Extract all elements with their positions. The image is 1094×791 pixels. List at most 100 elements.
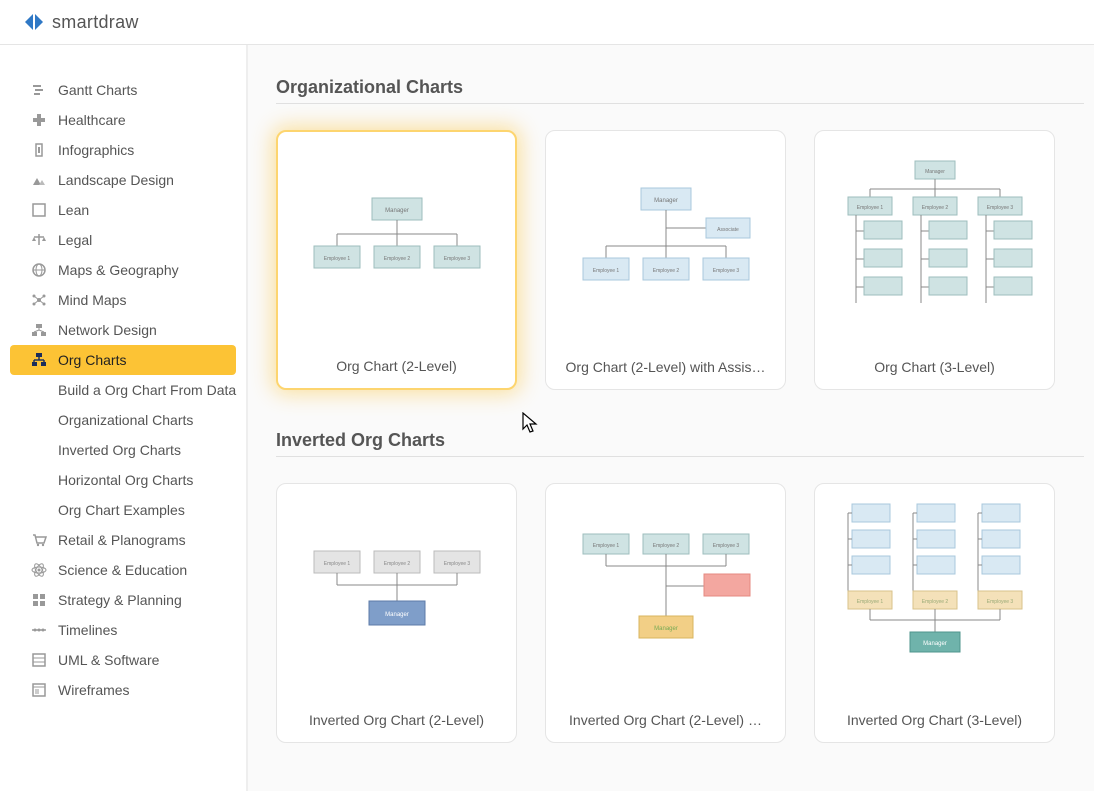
- svg-text:Employee 3: Employee 3: [443, 561, 470, 567]
- section-divider: [276, 456, 1084, 457]
- sidebar-item-label: Network Design: [58, 322, 157, 338]
- svg-text:Employee 2: Employee 2: [652, 543, 679, 549]
- sidebar-item-label: Landscape Design: [58, 172, 174, 188]
- svg-text:Employee 1: Employee 1: [856, 599, 883, 605]
- svg-text:Employee 1: Employee 1: [323, 561, 350, 567]
- plus-icon: [30, 111, 48, 129]
- svg-text:Employee 3: Employee 3: [986, 599, 1013, 605]
- wireframe-icon: [30, 681, 48, 699]
- template-thumbnail: Manager Employee 1 Employee 2 Employee 3: [278, 132, 515, 344]
- sidebar-item-science-education[interactable]: Science & Education: [10, 555, 236, 585]
- lean-icon: [30, 201, 48, 219]
- sidebar-item-wireframes[interactable]: Wireframes: [10, 675, 236, 705]
- svg-text:Employee 1: Employee 1: [592, 543, 619, 549]
- mindmap-icon: [30, 291, 48, 309]
- cards-row-organizational: Manager Employee 1 Employee 2 Employee 3: [276, 130, 1094, 390]
- template-card-inverted-2-level[interactable]: Employee 1 Employee 2 Employee 3 Manager: [276, 483, 517, 743]
- sidebar-item-label: Science & Education: [58, 562, 187, 578]
- template-thumbnail: Manager Employee 1 Employee 2 Employee 3: [815, 131, 1054, 345]
- gantt-icon: [30, 81, 48, 99]
- sidebar-item-timelines[interactable]: Timelines: [10, 615, 236, 645]
- sidebar-item-label: Lean: [58, 202, 89, 218]
- sidebar-item-retail-planograms[interactable]: Retail & Planograms: [10, 525, 236, 555]
- sidebar-item-label: Legal: [58, 232, 92, 248]
- svg-text:Manager: Manager: [654, 626, 678, 632]
- org-chart-icon: [30, 351, 48, 369]
- sidebar-item-lean[interactable]: Lean: [10, 195, 236, 225]
- template-card-org-chart-3-level[interactable]: Manager Employee 1 Employee 2 Employee 3: [814, 130, 1055, 390]
- svg-text:Employee 2: Employee 2: [921, 599, 948, 605]
- svg-text:Employee 3: Employee 3: [443, 256, 470, 262]
- sidebar-item-label: Timelines: [58, 622, 117, 638]
- sidebar-item-label: Infographics: [58, 142, 134, 158]
- strategy-icon: [30, 591, 48, 609]
- svg-text:Employee 2: Employee 2: [652, 268, 679, 274]
- template-thumbnail: Employee 1 Employee 2 Employee 3 M: [546, 484, 785, 698]
- sidebar-subitem-org-chart-examples[interactable]: Org Chart Examples: [0, 495, 246, 525]
- svg-text:Employee 2: Employee 2: [383, 256, 410, 262]
- template-label: Org Chart (2-Level) with Assis…: [548, 345, 784, 389]
- template-card-org-chart-2-level[interactable]: Manager Employee 1 Employee 2 Employee 3: [276, 130, 517, 390]
- sidebar[interactable]: Gantt Charts Healthcare Infographics Lan…: [0, 45, 248, 791]
- sidebar-item-mind-maps[interactable]: Mind Maps: [10, 285, 236, 315]
- template-label: Inverted Org Chart (2-Level) …: [551, 698, 780, 742]
- cards-row-inverted: Employee 1 Employee 2 Employee 3 Manager: [276, 483, 1094, 743]
- sidebar-subitem-build-from-data[interactable]: Build a Org Chart From Data: [0, 375, 246, 405]
- svg-text:Employee 1: Employee 1: [592, 268, 619, 274]
- sidebar-item-legal[interactable]: Legal: [10, 225, 236, 255]
- atom-icon: [30, 561, 48, 579]
- template-card-org-chart-2-level-assist[interactable]: Manager Associate Employee 1 Employee 2: [545, 130, 786, 390]
- template-card-inverted-3-level[interactable]: Employee 1 Employee 2 Employee 3 Manager: [814, 483, 1055, 743]
- landscape-icon: [30, 171, 48, 189]
- svg-text:Manager: Manager: [923, 641, 947, 647]
- scale-icon: [30, 231, 48, 249]
- sidebar-subitem-horizontal-org-charts[interactable]: Horizontal Org Charts: [0, 465, 246, 495]
- sidebar-item-uml-software[interactable]: UML & Software: [10, 645, 236, 675]
- template-label: Org Chart (2-Level): [318, 344, 475, 388]
- sidebar-item-label: Strategy & Planning: [58, 592, 182, 608]
- svg-text:Employee 3: Employee 3: [986, 205, 1013, 211]
- svg-text:Manager: Manager: [385, 208, 409, 214]
- template-thumbnail: Employee 1 Employee 2 Employee 3 Manager: [815, 484, 1054, 698]
- sidebar-item-label: Maps & Geography: [58, 262, 179, 278]
- sidebar-subitem-organizational-charts[interactable]: Organizational Charts: [0, 405, 246, 435]
- info-icon: [30, 141, 48, 159]
- svg-text:Employee 2: Employee 2: [383, 561, 410, 567]
- svg-text:Employee 1: Employee 1: [856, 205, 883, 211]
- main-content: Organizational Charts Manager Employee 1: [248, 45, 1094, 791]
- cart-icon: [30, 531, 48, 549]
- svg-text:Employee 3: Employee 3: [712, 268, 739, 274]
- svg-text:Associate: Associate: [717, 227, 739, 233]
- timeline-icon: [30, 621, 48, 639]
- template-thumbnail: Manager Associate Employee 1 Employee 2: [546, 131, 785, 345]
- svg-text:Employee 2: Employee 2: [921, 205, 948, 211]
- brand-text: smartdraw: [52, 12, 139, 33]
- network-icon: [30, 321, 48, 339]
- sidebar-item-healthcare[interactable]: Healthcare: [10, 105, 236, 135]
- sidebar-item-maps-geography[interactable]: Maps & Geography: [10, 255, 236, 285]
- uml-icon: [30, 651, 48, 669]
- sidebar-subitem-inverted-org-charts[interactable]: Inverted Org Charts: [0, 435, 246, 465]
- template-thumbnail: Employee 1 Employee 2 Employee 3 Manager: [277, 484, 516, 698]
- section-title-organizational-charts: Organizational Charts: [276, 77, 1094, 98]
- sidebar-item-gantt-charts[interactable]: Gantt Charts: [10, 75, 236, 105]
- sidebar-item-label: Retail & Planograms: [58, 532, 186, 548]
- sidebar-item-network-design[interactable]: Network Design: [10, 315, 236, 345]
- template-label: Inverted Org Chart (3-Level): [829, 698, 1040, 742]
- template-card-inverted-2-level-assist[interactable]: Employee 1 Employee 2 Employee 3 M: [545, 483, 786, 743]
- template-label: Org Chart (3-Level): [856, 345, 1013, 389]
- sidebar-item-label: Org Charts: [58, 352, 126, 368]
- svg-text:Employee 3: Employee 3: [712, 543, 739, 549]
- sidebar-item-infographics[interactable]: Infographics: [10, 135, 236, 165]
- brand-logo[interactable]: smartdraw: [22, 10, 139, 34]
- sidebar-item-label: Gantt Charts: [58, 82, 137, 98]
- svg-text:Manager: Manager: [654, 198, 678, 204]
- template-label: Inverted Org Chart (2-Level): [291, 698, 502, 742]
- sidebar-item-org-charts[interactable]: Org Charts: [10, 345, 236, 375]
- section-divider: [276, 103, 1084, 104]
- header: smartdraw: [0, 0, 1094, 45]
- smartdraw-logo-icon: [22, 10, 46, 34]
- sidebar-item-strategy-planning[interactable]: Strategy & Planning: [10, 585, 236, 615]
- sidebar-item-label: Wireframes: [58, 682, 130, 698]
- sidebar-item-landscape-design[interactable]: Landscape Design: [10, 165, 236, 195]
